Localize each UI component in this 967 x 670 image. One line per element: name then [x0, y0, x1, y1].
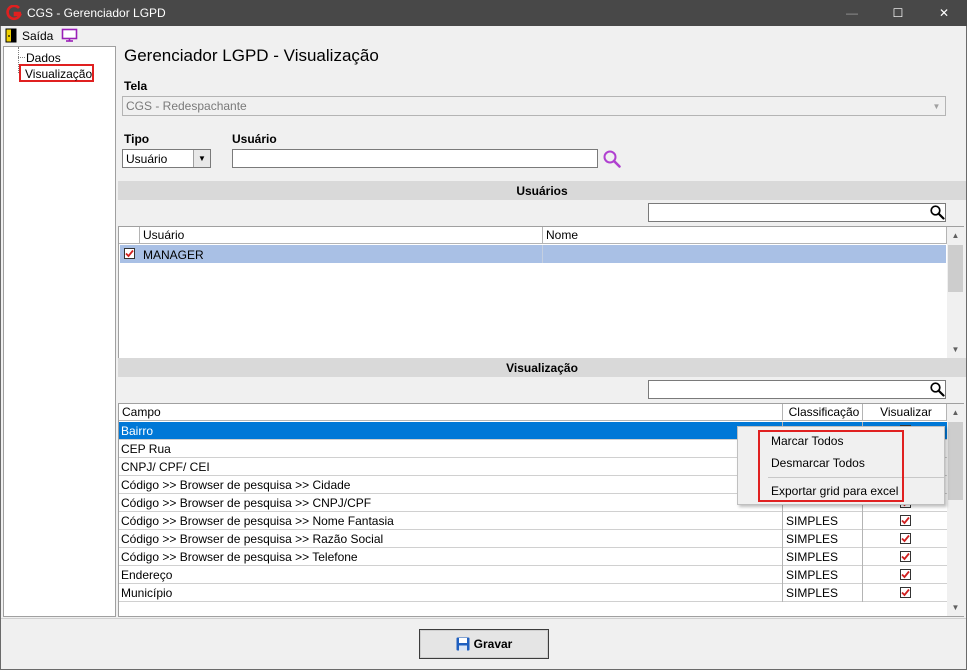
- campo-cell: Código >> Browser de pesquisa >> Cidade: [119, 476, 783, 494]
- users-search-input[interactable]: [648, 203, 946, 222]
- window-title: CGS - Gerenciador LGPD: [27, 6, 166, 20]
- column-header-usuario[interactable]: Usuário: [140, 227, 543, 244]
- scroll-up-icon[interactable]: ▲: [947, 404, 964, 421]
- visualizar-checkbox[interactable]: [900, 569, 911, 580]
- chevron-down-icon[interactable]: ▼: [928, 97, 945, 115]
- scroll-up-icon[interactable]: ▲: [947, 227, 964, 244]
- visualizar-checkbox[interactable]: [900, 533, 911, 544]
- campo-cell: Município: [119, 584, 783, 602]
- close-icon: ✕: [938, 6, 950, 20]
- visualizar-cell: [863, 512, 947, 530]
- classificacao-cell: SIMPLES: [783, 530, 863, 548]
- visualizar-cell: [863, 548, 947, 566]
- usuario-cell: MANAGER: [143, 248, 204, 262]
- visualizar-cell: [863, 530, 947, 548]
- checkmark-icon: [901, 588, 910, 597]
- app-logo-icon: [6, 5, 22, 21]
- checkmark-icon: [901, 516, 910, 525]
- tipo-label: Tipo: [124, 132, 150, 146]
- tipo-select-value: Usuário: [126, 152, 168, 166]
- visualizar-cell: [863, 566, 947, 584]
- minimize-icon: —: [846, 6, 858, 20]
- tela-select-value: CGS - Redespachante: [126, 99, 247, 113]
- campo-cell: Código >> Browser de pesquisa >> CNPJ/CP…: [119, 494, 783, 512]
- table-row[interactable]: Código >> Browser de pesquisa >> Razão S…: [119, 530, 947, 548]
- classificacao-cell: SIMPLES: [783, 584, 863, 602]
- table-row[interactable]: Código >> Browser de pesquisa >> Telefon…: [119, 548, 947, 566]
- table-row[interactable]: MANAGER: [120, 245, 946, 263]
- scroll-thumb[interactable]: [948, 422, 963, 500]
- table-row[interactable]: Código >> Browser de pesquisa >> Nome Fa…: [119, 512, 947, 530]
- tela-label: Tela: [124, 79, 148, 93]
- usuario-label: Usuário: [232, 132, 277, 146]
- classificacao-cell: SIMPLES: [783, 548, 863, 566]
- scroll-down-icon[interactable]: ▼: [947, 341, 964, 358]
- maximize-icon: ☐: [892, 6, 904, 20]
- visualizar-checkbox[interactable]: [900, 551, 911, 562]
- classificacao-cell: SIMPLES: [783, 566, 863, 584]
- row-checkbox[interactable]: [124, 248, 135, 259]
- save-button-label: Gravar: [473, 637, 513, 651]
- annotation-highlight-box: [758, 430, 904, 502]
- campo-cell: Código >> Browser de pesquisa >> Telefon…: [119, 548, 783, 566]
- visualizar-cell: [863, 584, 947, 602]
- visualizar-checkbox[interactable]: [900, 515, 911, 526]
- page-title: Gerenciador LGPD - Visualização: [124, 46, 379, 65]
- campo-cell: Bairro: [119, 422, 783, 440]
- campo-cell: CNPJ/ CPF/ CEI: [119, 458, 783, 476]
- tree-item-visualizacao[interactable]: Visualização: [19, 64, 94, 82]
- exit-door-icon[interactable]: [5, 28, 19, 43]
- campo-cell: Código >> Browser de pesquisa >> Razão S…: [119, 530, 783, 548]
- search-icon[interactable]: [602, 149, 622, 169]
- classificacao-cell: SIMPLES: [783, 512, 863, 530]
- search-icon[interactable]: [929, 204, 945, 220]
- column-header-nome[interactable]: Nome: [543, 227, 947, 244]
- users-section-header: Usuários: [118, 181, 966, 200]
- campo-cell: Código >> Browser de pesquisa >> Nome Fa…: [119, 512, 783, 530]
- monitor-icon[interactable]: [61, 28, 78, 42]
- title-bar: CGS - Gerenciador LGPD — ☐ ✕: [0, 0, 967, 26]
- chevron-down-icon[interactable]: ▼: [193, 150, 210, 167]
- exit-menu-item[interactable]: Saída: [22, 29, 53, 43]
- navigation-tree: Dados Visualização: [3, 46, 116, 617]
- table-row[interactable]: Município SIMPLES: [119, 584, 947, 602]
- checkmark-icon: [125, 249, 134, 258]
- visualizar-checkbox[interactable]: [900, 587, 911, 598]
- search-icon[interactable]: [929, 381, 945, 397]
- table-row[interactable]: Endereço SIMPLES: [119, 566, 947, 584]
- window-frame-left: [0, 26, 1, 670]
- column-header-classificacao[interactable]: Classificação: [783, 404, 863, 421]
- column-header-visualizar[interactable]: Visualizar: [863, 404, 947, 421]
- scroll-down-icon[interactable]: ▼: [947, 599, 964, 616]
- floppy-disk-icon: [456, 637, 470, 651]
- campo-cell: Endereço: [119, 566, 783, 584]
- users-grid: Usuário Nome MANAGER ▲ ▼: [118, 226, 964, 359]
- column-header-select: [119, 227, 140, 244]
- visualizacao-vertical-scrollbar[interactable]: ▲ ▼: [947, 404, 964, 616]
- close-button[interactable]: ✕: [921, 0, 967, 26]
- visualizacao-search-input[interactable]: [648, 380, 946, 399]
- scroll-thumb[interactable]: [948, 245, 963, 292]
- usuario-input[interactable]: [232, 149, 598, 168]
- maximize-button[interactable]: ☐: [875, 0, 921, 26]
- checkmark-icon: [901, 552, 910, 561]
- save-button[interactable]: Gravar: [419, 629, 549, 659]
- checkmark-icon: [901, 534, 910, 543]
- minimize-button[interactable]: —: [829, 0, 875, 26]
- tree-connector: [18, 57, 25, 58]
- column-header-campo[interactable]: Campo: [119, 404, 783, 421]
- users-vertical-scrollbar[interactable]: ▲ ▼: [947, 227, 964, 358]
- tela-select[interactable]: CGS - Redespachante: [122, 96, 946, 116]
- visualizacao-section-header: Visualização: [118, 358, 966, 377]
- column-divider: [542, 245, 543, 263]
- menu-bar: Saída: [1, 26, 966, 45]
- checkmark-icon: [901, 570, 910, 579]
- tree-item-label: Visualização: [25, 67, 93, 81]
- tree-item-dados[interactable]: Dados: [26, 51, 61, 65]
- campo-cell: CEP Rua: [119, 440, 783, 458]
